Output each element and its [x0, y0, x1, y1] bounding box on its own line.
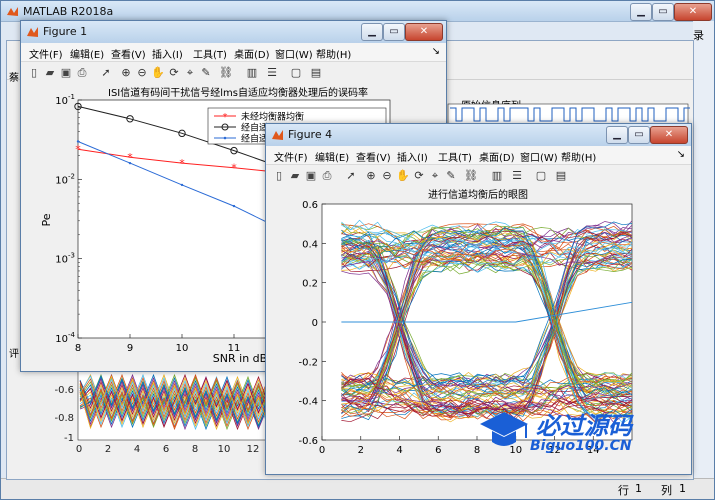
figure4-xtick-label: 6 — [435, 445, 441, 456]
figure4-ytick-label: 0.2 — [302, 279, 318, 290]
figure4-ytick-label: -0.2 — [298, 357, 318, 368]
watermark-text-bottom: Biguo100.CN — [530, 438, 632, 454]
figure4-ytick-label: 0.6 — [302, 200, 318, 211]
figure4-ytick-label: -0.6 — [298, 436, 318, 447]
watermark-text-top: 必过源码 — [536, 412, 632, 440]
figure4-xtick-label: 4 — [396, 445, 402, 456]
figure4-ytick-label: 0.4 — [302, 239, 318, 250]
figure4-xtick-label: 2 — [358, 445, 364, 456]
figure4-ytick-label: 0 — [312, 318, 318, 329]
figure4-xtick-label: 0 — [319, 445, 325, 456]
figure4-ytick-label: -0.4 — [298, 397, 318, 408]
figure4-chart-title: 进行信道均衡后的眼图 — [428, 188, 528, 201]
